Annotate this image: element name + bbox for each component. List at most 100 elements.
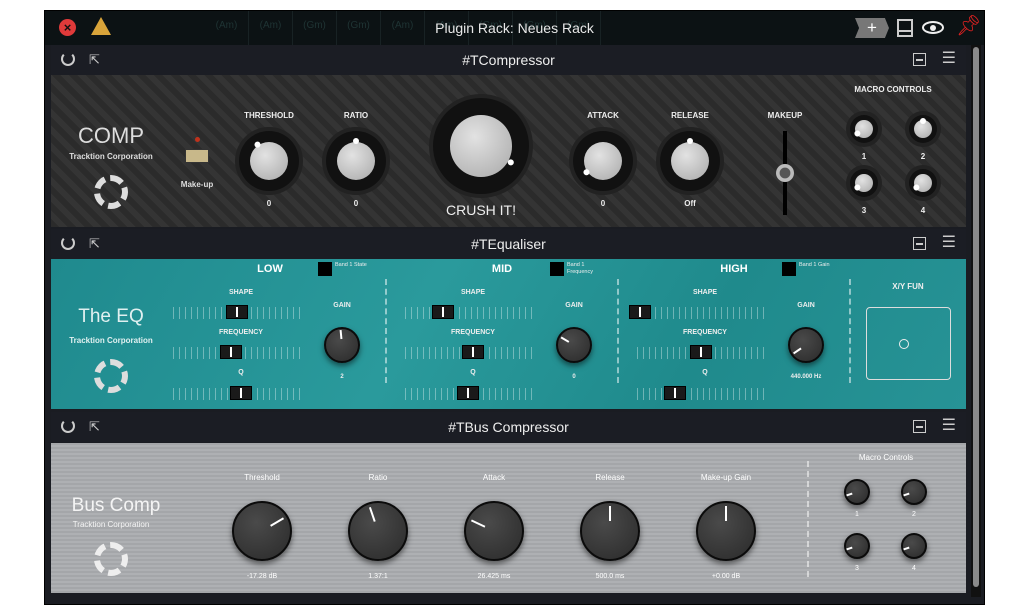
gain-value: 2	[340, 374, 344, 380]
macro-label: 1	[855, 511, 859, 518]
compressor-panel: COMP Tracktion Corporation Make-up THRESHOL…	[51, 75, 966, 227]
knob-value: 1.37:1	[368, 573, 388, 580]
knob-label: Ratio	[368, 473, 388, 482]
band-assign-button[interactable]	[782, 262, 796, 276]
shape-slider[interactable]	[405, 305, 533, 319]
power-icon[interactable]	[61, 52, 75, 66]
q-slider[interactable]	[173, 386, 301, 400]
q-slider[interactable]	[637, 386, 765, 400]
led-indicator	[195, 137, 200, 142]
macro-knob[interactable]	[844, 479, 870, 505]
minimize-icon[interactable]	[913, 53, 926, 66]
gain-knob[interactable]	[556, 327, 592, 363]
pin-icon[interactable]: 📌︎	[956, 16, 981, 36]
knob-value: 500.0 ms	[595, 573, 625, 580]
plugin-vendor: Tracktion Corporation	[72, 520, 150, 529]
menu-icon[interactable]: ☰	[942, 235, 956, 251]
knob-label: Make-up Gain	[700, 473, 752, 482]
knob-ratio[interactable]	[326, 131, 386, 191]
macro-knob[interactable]	[850, 169, 878, 197]
power-icon[interactable]	[61, 419, 75, 433]
plugin-vendor: Tracktion Corporation	[69, 152, 153, 161]
q-label: Q	[470, 369, 476, 376]
band-assign-label: Band 1 Frequency	[567, 262, 593, 275]
knob-crushit[interactable]	[433, 98, 529, 194]
plugin-title: #TBus Compressor	[448, 419, 569, 435]
knob-threshold[interactable]	[239, 131, 299, 191]
macro-knob[interactable]	[850, 115, 878, 143]
macro-knob[interactable]	[909, 169, 937, 197]
plugin-rack-window: (Am) (Am) (Gm) (Gm) (Am) (Am) (Gm) (Gm) (Gm) × P…	[44, 10, 985, 605]
divider	[849, 279, 851, 383]
macro-knob[interactable]	[909, 115, 937, 143]
knob-makeupgain[interactable]	[696, 501, 756, 561]
plugin-name: COMP	[78, 123, 144, 148]
knob-attack[interactable]	[573, 131, 633, 191]
knob-value: +0.00 dB	[711, 573, 741, 580]
band-title: HIGH	[720, 263, 748, 275]
menu-icon[interactable]: ☰	[942, 418, 956, 434]
shape-slider[interactable]	[628, 305, 765, 319]
layout-icon[interactable]	[897, 19, 913, 37]
band-assign-label: Band 1 Gain	[799, 262, 830, 268]
divider	[385, 279, 387, 383]
xy-handle[interactable]	[899, 339, 909, 349]
knob-label: Threshold	[244, 473, 280, 482]
plugin-title: #TCompressor	[462, 52, 555, 68]
band-assign-button[interactable]	[318, 262, 332, 276]
gain-knob[interactable]	[788, 327, 824, 363]
xy-pad[interactable]	[866, 307, 951, 380]
knob-ratio[interactable]	[348, 501, 408, 561]
q-slider[interactable]	[405, 386, 533, 400]
band-assign-label: Band 1 State	[335, 262, 367, 268]
window-title: Plugin Rack: Neues Rack	[435, 20, 594, 36]
divider	[807, 461, 809, 577]
plugin-logo-icon	[94, 175, 128, 209]
frequency-slider[interactable]	[173, 345, 301, 359]
gain-label: GAIN	[797, 302, 815, 309]
makeup-toggle[interactable]	[185, 149, 209, 163]
equaliser-header: ⇱ #TEqualiser ☰	[51, 229, 966, 259]
makeup-toggle-label: Make-up	[180, 180, 214, 189]
macro-label: 2	[912, 511, 916, 518]
add-plugin-button[interactable]: +	[855, 18, 889, 38]
macro-knob[interactable]	[901, 533, 927, 559]
macro-label: 3	[855, 565, 859, 572]
knob-label: Release	[595, 473, 625, 482]
knob-threshold[interactable]	[232, 501, 292, 561]
scrollbar[interactable]	[971, 45, 981, 597]
equaliser-panel: The EQ Tracktion Corporation LOW Band 1 Sta…	[51, 259, 966, 409]
bus-compressor-header: ⇱ #TBus Compressor ☰	[51, 412, 966, 442]
frequency-slider[interactable]	[637, 345, 765, 359]
makeup-fader[interactable]	[776, 131, 794, 215]
eye-icon[interactable]	[922, 21, 944, 34]
knob-value: 0	[353, 199, 359, 208]
minimize-icon[interactable]	[913, 237, 926, 250]
minimize-icon[interactable]	[913, 420, 926, 433]
frequency-slider[interactable]	[405, 345, 533, 359]
knob-release[interactable]	[580, 501, 640, 561]
plugin-name: Bus Comp	[71, 495, 161, 516]
external-link-icon[interactable]: ⇱	[89, 45, 100, 75]
macro-knob[interactable]	[901, 479, 927, 505]
knob-label: THRESHOLD	[244, 111, 294, 120]
gain-label: GAIN	[333, 302, 351, 309]
band-assign-button[interactable]	[550, 262, 564, 276]
shape-slider[interactable]	[173, 305, 301, 319]
macro-knob[interactable]	[844, 533, 870, 559]
xy-title: X/Y FUN	[892, 282, 924, 291]
knob-value: 0	[600, 199, 606, 208]
macro-label: 1	[861, 152, 867, 161]
knob-label: ATTACK	[587, 111, 619, 120]
bus-compressor-panel: Bus Comp Tracktion Corporation Threshold -1…	[51, 443, 966, 593]
knob-value: -17.28 dB	[246, 573, 278, 580]
external-link-icon[interactable]: ⇱	[89, 229, 100, 259]
knob-release[interactable]	[660, 131, 720, 191]
power-icon[interactable]	[61, 236, 75, 250]
menu-icon[interactable]: ☰	[942, 51, 956, 67]
knob-attack[interactable]	[464, 501, 524, 561]
knob-label: RATIO	[343, 111, 369, 120]
gain-knob[interactable]	[324, 327, 360, 363]
external-link-icon[interactable]: ⇱	[89, 412, 100, 442]
macro-label: 4	[920, 206, 926, 215]
